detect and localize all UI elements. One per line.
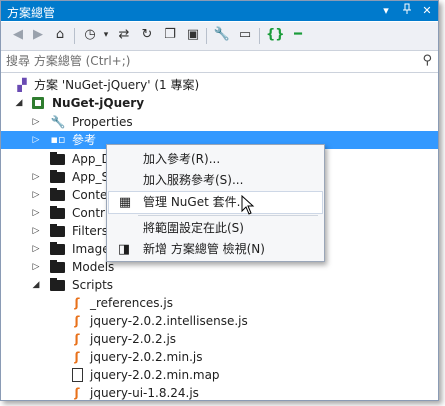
tree-item-label: App_D xyxy=(72,152,111,166)
tree-node-file[interactable]: ʃ _references.js xyxy=(1,294,438,312)
pin-button[interactable] xyxy=(400,3,414,18)
tree-node-properties[interactable]: ▷ 🔧 Properties xyxy=(1,113,438,131)
toolbar-separator xyxy=(74,28,75,44)
pin-icon xyxy=(403,3,411,14)
collapsed-arrow-icon[interactable]: ▷ xyxy=(31,204,41,222)
folder-icon xyxy=(50,260,65,273)
expanded-arrow-icon[interactable]: ◢ xyxy=(14,94,24,112)
dropdown-button[interactable]: ▾ xyxy=(379,3,393,18)
tree-node-file[interactable]: ʃ jquery-2.0.2.intellisense.js xyxy=(1,312,438,330)
js-file-icon: ʃ xyxy=(74,332,80,346)
show-all-files-icon[interactable]: ▣ xyxy=(184,26,202,44)
tree-node-file[interactable]: ʃ jquery-2.0.2.js xyxy=(1,330,438,348)
toolbar-separator xyxy=(206,28,207,44)
collapsed-arrow-icon[interactable]: ▷ xyxy=(31,113,41,131)
search-bar: ⚲ xyxy=(1,51,438,73)
tree-item-label: jquery-2.0.2.intellisense.js xyxy=(90,314,248,328)
menu-separator xyxy=(138,215,318,216)
tree-item-label: Contr xyxy=(72,206,105,220)
window-title: 方案總管 xyxy=(7,6,56,20)
new-view-icon: ◨ xyxy=(117,242,131,257)
minus-icon[interactable]: ━ xyxy=(289,26,307,44)
toolbar-separator xyxy=(259,28,260,44)
refresh-icon[interactable]: ↻ xyxy=(138,26,156,44)
tree-node-file[interactable]: ʃ jquery-ui-1.8.24.js xyxy=(1,384,438,400)
file-icon xyxy=(72,368,83,382)
collapsed-arrow-icon[interactable]: ▷ xyxy=(31,222,41,240)
collapsed-arrow-icon[interactable]: ▷ xyxy=(31,240,41,258)
solution-icon: ▞ xyxy=(17,78,27,92)
collapsed-arrow-icon[interactable]: ▷ xyxy=(31,258,41,276)
project-icon xyxy=(32,97,44,109)
collapsed-arrow-icon[interactable]: ▷ xyxy=(31,186,41,204)
preview-icon[interactable]: ▭ xyxy=(236,26,254,44)
history-dropdown-icon[interactable]: ▾ xyxy=(97,26,115,44)
menu-item-label: 加入參考(R)... xyxy=(143,152,221,166)
menu-item-label: 將範圍設定在此(S) xyxy=(143,221,244,235)
menu-item-new-view[interactable]: ◨ 新增 方案總管 檢視(N) xyxy=(108,239,323,260)
tree-item-label: Properties xyxy=(72,115,133,129)
js-file-icon: ʃ xyxy=(74,386,80,400)
tree-item-label: Scripts xyxy=(72,278,114,292)
folder-icon xyxy=(50,224,65,237)
code-icon[interactable]: {} xyxy=(266,26,285,44)
folder-icon xyxy=(50,242,65,255)
tree-item-label: jquery-2.0.2.js xyxy=(90,332,177,346)
home-icon[interactable]: ⌂ xyxy=(51,26,69,44)
tree-item-label: Filters xyxy=(72,224,108,238)
tree-item-label: jquery-ui-1.8.24.js xyxy=(90,386,199,400)
menu-item-scope-to-this[interactable]: 將範圍設定在此(S) xyxy=(108,218,323,239)
js-file-icon: ʃ xyxy=(74,296,80,310)
back-icon[interactable]: ◀ xyxy=(9,26,27,44)
tree-node-solution[interactable]: ▞ 方案 'NuGet-jQuery' (1 專案) xyxy=(1,76,438,94)
js-file-icon: ʃ xyxy=(74,314,80,328)
tree-item-label: _references.js xyxy=(90,296,173,310)
tree-node-file[interactable]: jquery-2.0.2.min.map xyxy=(1,366,438,384)
solution-label: 方案 'NuGet-jQuery' (1 專案) xyxy=(34,78,200,92)
collapsed-arrow-icon[interactable]: ▷ xyxy=(31,168,41,186)
menu-item-label: 加入服務參考(S)... xyxy=(143,173,244,187)
folder-icon xyxy=(50,170,65,183)
nuget-package-icon: ▦ xyxy=(118,195,132,210)
folder-icon xyxy=(50,152,65,165)
menu-item-label: 管理 NuGet 套件... xyxy=(143,195,249,209)
tree-item-label: Image xyxy=(72,242,110,256)
collapsed-arrow-icon[interactable]: ▷ xyxy=(31,131,41,149)
tree-item-label: Conte xyxy=(72,188,108,202)
tree-item-label: App_S xyxy=(72,170,110,184)
forward-icon[interactable]: ▶ xyxy=(29,26,47,44)
tree-item-label: jquery-2.0.2.min.js xyxy=(90,350,203,364)
search-icon[interactable]: ⚲ xyxy=(422,53,432,68)
menu-item-label: 新增 方案總管 檢視(N) xyxy=(143,242,265,256)
title-bar: 方案總管 ▾ ✕ xyxy=(1,1,438,21)
solution-explorer-window: 方案總管 ▾ ✕ ◀ ▶ ⌂ ◷ ▾ ⇄ ↻ ❐ ▣ 🔧 ▭ {} ━ ⚲ ▞ … xyxy=(0,0,439,401)
tree-node-project[interactable]: ◢ NuGet-jQuery xyxy=(1,94,438,112)
toolbar: ◀ ▶ ⌂ ◷ ▾ ⇄ ↻ ❐ ▣ 🔧 ▭ {} ━ xyxy=(1,22,438,51)
references-icon: ▪▫ xyxy=(50,133,66,146)
folder-icon xyxy=(50,206,65,219)
context-menu: 加入參考(R)... 加入服務參考(S)... ▦ 管理 NuGet 套件...… xyxy=(106,144,325,262)
expanded-arrow-icon[interactable]: ◢ xyxy=(31,276,41,294)
project-label: NuGet-jQuery xyxy=(52,96,145,110)
tree-node-file[interactable]: ʃ jquery-2.0.2.min.js xyxy=(1,348,438,366)
menu-item-add-service-reference[interactable]: 加入服務參考(S)... xyxy=(108,170,323,191)
tree-node-folder[interactable]: ◢ Scripts xyxy=(1,276,438,294)
sync-icon[interactable]: ⇄ xyxy=(115,26,133,44)
collapse-all-icon[interactable]: ❐ xyxy=(161,26,179,44)
folder-icon xyxy=(50,188,65,201)
folder-icon xyxy=(50,278,65,291)
close-button[interactable]: ✕ xyxy=(420,3,434,18)
tree-item-label: jquery-2.0.2.min.map xyxy=(90,368,220,382)
properties-icon[interactable]: 🔧 xyxy=(213,26,231,44)
mouse-cursor-icon xyxy=(241,194,255,219)
search-input[interactable] xyxy=(6,53,406,69)
menu-item-manage-nuget[interactable]: ▦ 管理 NuGet 套件... xyxy=(108,191,323,214)
wrench-icon: 🔧 xyxy=(50,115,66,129)
tree-item-label: 參考 xyxy=(72,133,97,147)
menu-item-add-reference[interactable]: 加入參考(R)... xyxy=(108,149,323,170)
js-file-icon: ʃ xyxy=(74,350,80,364)
